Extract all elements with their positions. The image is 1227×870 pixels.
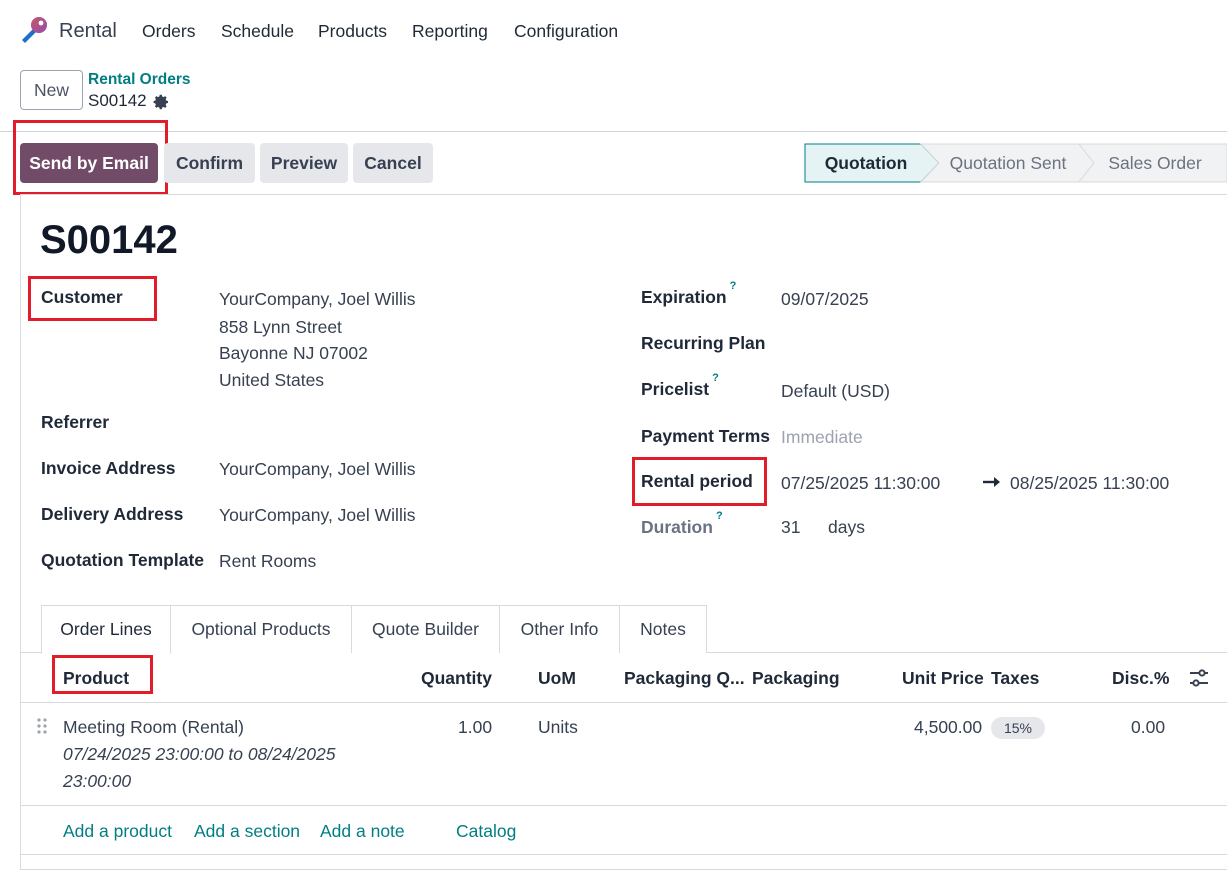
stage-quotation-sent[interactable]: Quotation Sent: [938, 143, 1078, 183]
column-packaging[interactable]: Packaging: [752, 668, 840, 689]
delivery-address-label: Delivery Address: [41, 504, 184, 524]
menu-reporting[interactable]: Reporting: [412, 21, 488, 42]
new-button[interactable]: New: [20, 70, 83, 110]
product-description-line2: 23:00:00: [63, 771, 132, 791]
invoice-address-field[interactable]: YourCompany, Joel Willis: [219, 459, 415, 480]
duration-unit: days: [828, 517, 865, 537]
help-icon[interactable]: ?: [730, 280, 737, 292]
breadcrumb-current-record: S00142: [88, 91, 147, 110]
breadcrumb-rental-orders[interactable]: Rental Orders: [88, 71, 191, 89]
column-quantity[interactable]: Quantity: [421, 668, 492, 689]
discount-cell[interactable]: 0.00: [1131, 717, 1165, 738]
help-icon[interactable]: ?: [716, 510, 723, 522]
row-divider: [20, 805, 1227, 806]
tax-badge[interactable]: 15%: [991, 717, 1045, 739]
expiration-label: Expiration?: [641, 280, 737, 307]
quotation-template-label: Quotation Template: [41, 550, 205, 570]
add-note-link[interactable]: Add a note: [320, 821, 405, 842]
highlight-product: [52, 655, 153, 694]
tab-quote-builder[interactable]: Quote Builder: [351, 605, 500, 653]
arrow-right-icon: [983, 477, 1000, 487]
gear-icon[interactable]: [152, 93, 170, 111]
tab-optional-products[interactable]: Optional Products: [170, 605, 352, 653]
tab-notes[interactable]: Notes: [619, 605, 707, 653]
invoice-address-label: Invoice Address: [41, 458, 176, 478]
menu-orders[interactable]: Orders: [142, 21, 195, 42]
add-product-link[interactable]: Add a product: [63, 821, 172, 842]
menu-schedule[interactable]: Schedule: [221, 21, 294, 42]
header-divider: [20, 702, 1227, 703]
unit-price-cell[interactable]: 4,500.00: [914, 717, 982, 738]
highlight-customer: [28, 276, 157, 321]
customer-city: Bayonne NJ 07002: [219, 343, 368, 363]
catalog-link[interactable]: Catalog: [456, 821, 516, 842]
column-packaging-qty[interactable]: Packaging Q...: [624, 668, 745, 689]
pricelist-field[interactable]: Default (USD): [781, 381, 890, 402]
column-taxes[interactable]: Taxes: [991, 668, 1039, 689]
menu-configuration[interactable]: Configuration: [514, 21, 618, 42]
tab-order-lines[interactable]: Order Lines: [41, 605, 171, 654]
product-name[interactable]: Meeting Room (Rental): [63, 717, 244, 738]
stage-quotation[interactable]: Quotation: [806, 143, 926, 183]
customer-country: United States: [219, 370, 325, 390]
app-name[interactable]: Rental: [59, 20, 117, 43]
help-icon[interactable]: ?: [712, 372, 719, 384]
table-bottom-divider: [20, 854, 1227, 855]
order-title: S00142: [40, 218, 178, 262]
highlight-rental-period: [632, 457, 767, 506]
confirm-button[interactable]: Confirm: [164, 143, 255, 183]
duration-value: 31: [781, 517, 801, 537]
rental-end-field[interactable]: 08/25/2025 11:30:00: [1010, 473, 1169, 494]
rental-start-field[interactable]: 07/25/2025 11:30:00: [781, 473, 940, 494]
customer-name[interactable]: YourCompany, Joel Willis: [219, 289, 415, 310]
add-section-link[interactable]: Add a section: [194, 821, 300, 842]
cancel-button[interactable]: Cancel: [353, 143, 433, 183]
column-disc[interactable]: Disc.%: [1112, 668, 1169, 689]
top-navbar: Rental Orders Schedule Products Reportin…: [0, 0, 1227, 62]
expiration-field[interactable]: 09/07/2025: [781, 289, 869, 310]
column-unit-price[interactable]: Unit Price: [902, 668, 984, 689]
stage-sales-order[interactable]: Sales Order: [1094, 143, 1216, 183]
drag-handle-icon[interactable]: [36, 717, 48, 735]
optional-columns-icon[interactable]: [1189, 669, 1209, 687]
quantity-cell[interactable]: 1.00: [458, 717, 492, 738]
product-description-line1: 07/24/2025 23:00:00 to 08/24/2025: [63, 744, 336, 764]
form-sheet: [20, 194, 1227, 870]
pricelist-label: Pricelist?: [641, 372, 719, 399]
column-uom[interactable]: UoM: [538, 668, 576, 689]
preview-button[interactable]: Preview: [260, 143, 348, 183]
payment-terms-label: Payment Terms: [641, 426, 771, 446]
highlight-send-by-email: [13, 120, 168, 195]
menu-products[interactable]: Products: [318, 21, 387, 42]
customer-street: 858 Lynn Street: [219, 317, 342, 337]
rental-app-icon[interactable]: [18, 14, 50, 46]
tab-other-info[interactable]: Other Info: [499, 605, 620, 653]
recurring-plan-label: Recurring Plan: [641, 333, 766, 353]
uom-cell[interactable]: Units: [538, 717, 578, 738]
control-panel-divider: [0, 131, 1227, 132]
payment-terms-field[interactable]: Immediate: [781, 427, 863, 448]
referrer-label: Referrer: [41, 412, 110, 432]
duration-label: Duration?: [641, 510, 723, 537]
delivery-address-field[interactable]: YourCompany, Joel Willis: [219, 505, 415, 526]
quotation-template-field[interactable]: Rent Rooms: [219, 551, 316, 572]
